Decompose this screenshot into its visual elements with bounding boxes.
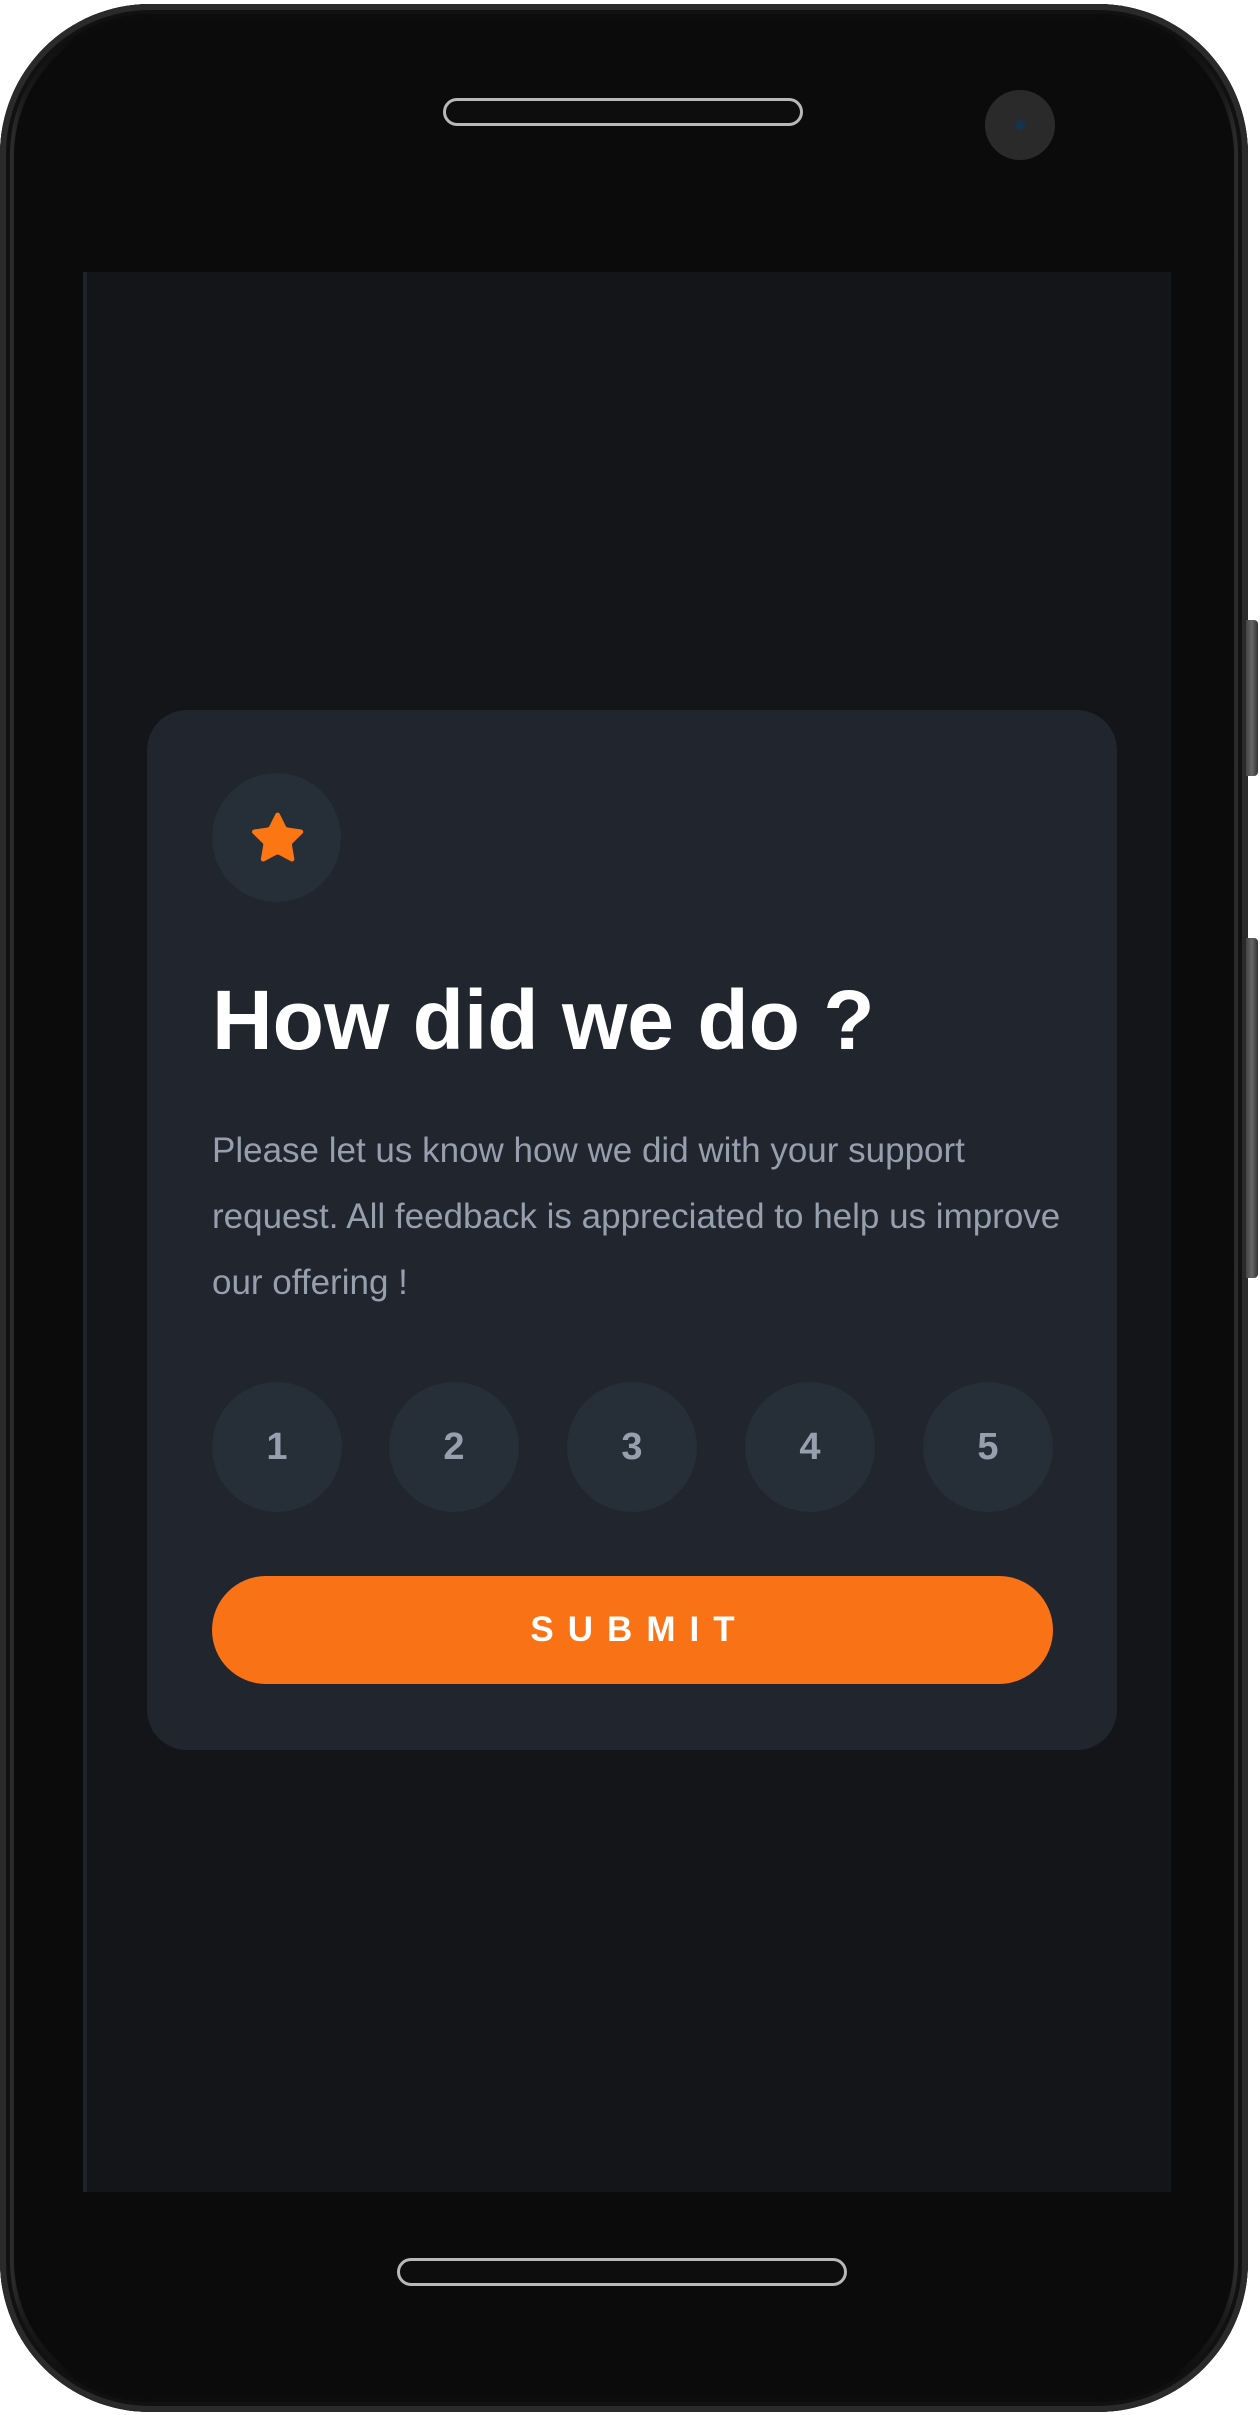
rating-button-1[interactable]: 1 bbox=[212, 1382, 342, 1512]
page-title: How did we do ? bbox=[212, 973, 875, 1067]
rating-options: 1 2 3 4 5 bbox=[212, 1382, 1053, 1512]
volume-button bbox=[1246, 620, 1258, 776]
submit-button[interactable]: SUBMIT bbox=[212, 1576, 1053, 1684]
camera-lens bbox=[1015, 120, 1025, 130]
home-button bbox=[397, 2258, 847, 2286]
rating-button-5[interactable]: 5 bbox=[923, 1382, 1053, 1512]
front-camera bbox=[985, 90, 1055, 160]
star-badge bbox=[212, 773, 341, 902]
power-button bbox=[1246, 938, 1258, 1278]
rating-card: How did we do ? Please let us know how w… bbox=[147, 710, 1117, 1750]
rating-button-3[interactable]: 3 bbox=[567, 1382, 697, 1512]
description-text: Please let us know how we did with your … bbox=[212, 1131, 1061, 1302]
star-icon bbox=[252, 812, 304, 862]
rating-button-4[interactable]: 4 bbox=[745, 1382, 875, 1512]
screen: How did we do ? Please let us know how w… bbox=[83, 272, 1171, 2192]
rating-button-2[interactable]: 2 bbox=[389, 1382, 519, 1512]
speaker-grille bbox=[443, 98, 803, 126]
